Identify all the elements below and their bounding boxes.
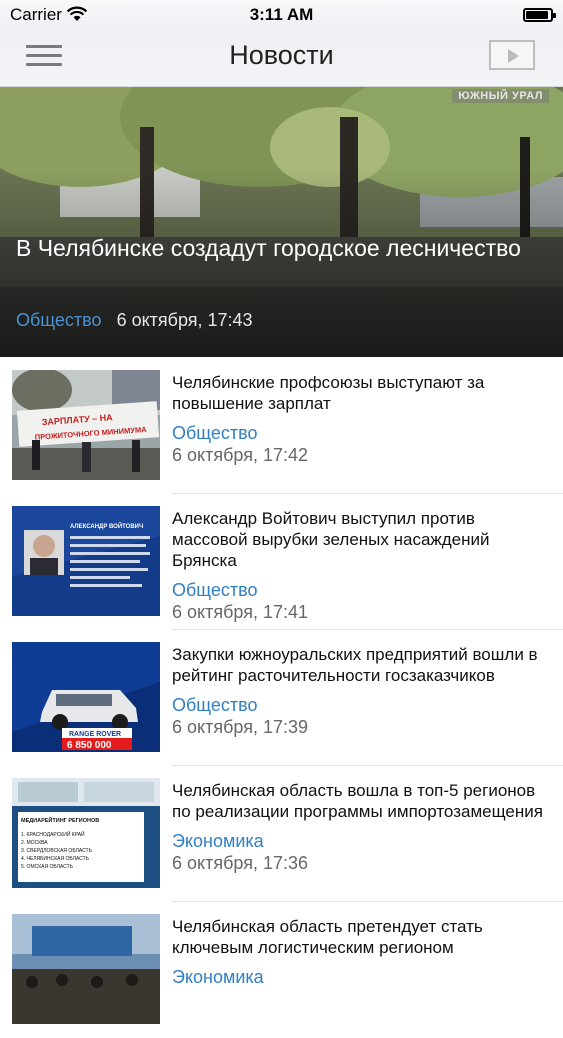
- news-thumbnail: МЕДИАРЕЙТИНГ РЕГИОНОВ 1. КРАСНОДАРСКИЙ К…: [12, 778, 160, 888]
- news-category[interactable]: Экономика: [172, 830, 552, 852]
- news-text: Закупки южноуральских предприятий вошли …: [172, 644, 552, 739]
- hero-category[interactable]: Общество: [16, 310, 102, 330]
- news-text: Александр Войтович выступил против массо…: [172, 508, 552, 624]
- channel-watermark: ЮЖНЫЙ УРАЛ: [452, 89, 549, 103]
- news-item[interactable]: Челябинская область претендует стать клю…: [0, 902, 563, 1038]
- car-price: 6 850 000: [67, 740, 112, 751]
- hero-date: 6 октября, 17:43: [116, 310, 253, 330]
- video-play-button[interactable]: [489, 40, 535, 70]
- news-item[interactable]: МЕДИАРЕЙТИНГ РЕГИОНОВ 1. КРАСНОДАРСКИЙ К…: [0, 766, 563, 902]
- news-headline: Челябинская область вошла в топ-5 регион…: [172, 781, 543, 821]
- news-date: 6 октября, 17:42: [172, 445, 309, 465]
- news-category[interactable]: Общество: [172, 579, 552, 601]
- news-headline: Александр Войтович выступил против массо…: [172, 509, 490, 570]
- rating-line: 5. ОМСКАЯ ОБЛАСТЬ: [21, 864, 74, 870]
- hero-meta: Общество 6 октября, 17:43: [16, 310, 253, 331]
- news-date: 6 октября, 17:39: [172, 717, 309, 737]
- news-text: Челябинская область претендует стать клю…: [172, 916, 552, 988]
- news-item[interactable]: RANGE ROVER 6 850 000 Закупки южноуральс…: [0, 630, 563, 766]
- news-date: 6 октября, 17:41: [172, 602, 309, 622]
- news-headline: Челябинская область претендует стать клю…: [172, 917, 483, 957]
- play-icon: [508, 49, 519, 63]
- rating-line: 3. СВЕРДЛОВСКАЯ ОБЛАСТЬ: [21, 848, 93, 854]
- news-item[interactable]: ЗАРПЛАТУ – НА ПРОЖИТОЧНОГО МИНИМУМА Челя…: [0, 358, 563, 494]
- hero-article[interactable]: ЮЖНЫЙ УРАЛ В Челябинске создадут городск…: [0, 87, 563, 357]
- hero-title: В Челябинске создадут городское лесничес…: [16, 235, 521, 261]
- status-time: 3:11 AM: [249, 5, 314, 24]
- news-category[interactable]: Общество: [172, 422, 552, 444]
- news-item[interactable]: АЛЕКСАНДР ВОЙТОВИЧ Александр Войтович вы…: [0, 494, 563, 630]
- rating-line: 1. КРАСНОДАРСКИЙ КРАЙ: [21, 830, 85, 838]
- news-headline: Челябинские профсоюзы выступают за повыш…: [172, 373, 485, 413]
- battery-fill: [526, 11, 548, 19]
- news-thumbnail: [12, 914, 160, 1024]
- news-thumbnail: RANGE ROVER 6 850 000: [12, 642, 160, 752]
- rating-line: 4. ЧЕЛЯБИНСКАЯ ОБЛАСТЬ: [21, 856, 90, 862]
- news-thumbnail: АЛЕКСАНДР ВОЙТОВИЧ: [12, 506, 160, 616]
- page-title: Новости: [229, 40, 334, 70]
- car-label: RANGE ROVER: [69, 731, 121, 738]
- news-thumbnail: ЗАРПЛАТУ – НА ПРОЖИТОЧНОГО МИНИМУМА: [12, 370, 160, 480]
- news-date: 6 октября, 17:36: [172, 853, 309, 873]
- news-text: Челябинская область вошла в топ-5 регион…: [172, 780, 552, 875]
- rating-title: МЕДИАРЕЙТИНГ РЕГИОНОВ: [21, 816, 99, 824]
- thumb-caption: АЛЕКСАНДР ВОЙТОВИЧ: [70, 522, 143, 530]
- news-category[interactable]: Общество: [172, 694, 552, 716]
- news-category[interactable]: Экономика: [172, 966, 552, 988]
- rating-line: 2. МОСКВА: [21, 840, 48, 846]
- status-bar: Carrier 3:11 AM: [0, 0, 563, 30]
- news-headline: Закупки южноуральских предприятий вошли …: [172, 645, 538, 685]
- navigation-bar: Новости: [0, 30, 563, 87]
- news-text: Челябинские профсоюзы выступают за повыш…: [172, 372, 552, 467]
- battery-icon: [523, 8, 556, 22]
